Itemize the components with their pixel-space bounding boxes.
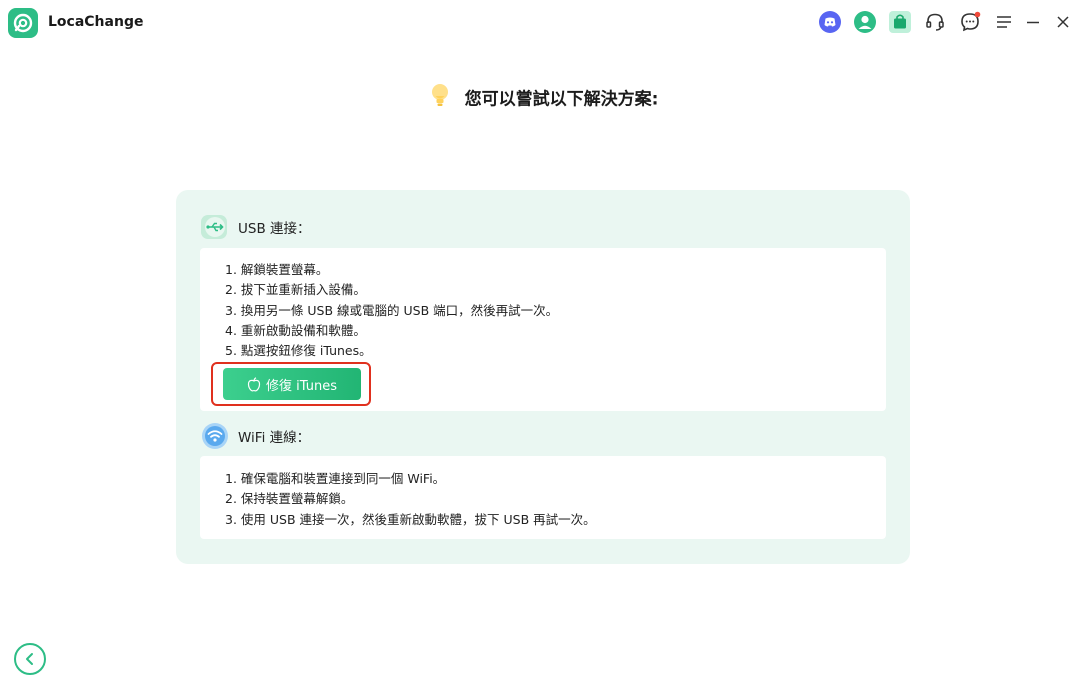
feedback-chat-icon[interactable] [957,9,983,35]
solutions-panel: USB 連接： 1. 解鎖裝置螢幕。 2. 拔下並重新插入設備。 3. 換用另一… [176,190,910,564]
app-name: LocaChange [48,14,144,30]
back-button[interactable] [14,643,46,675]
page-title: 您可以嘗試以下解決方案: [0,84,1087,115]
wifi-steps-list: 1. 確保電腦和裝置連接到同一個 WiFi。 2. 保持裝置螢幕解鎖。 3. 使… [225,469,596,530]
wifi-steps-card: 1. 確保電腦和裝置連接到同一個 WiFi。 2. 保持裝置螢幕解鎖。 3. 使… [200,456,886,539]
usb-icon [200,212,230,242]
wifi-icon [200,421,230,451]
list-item: 4. 重新啟動設備和軟體。 [225,322,366,338]
list-item: 2. 拔下並重新插入設備。 [225,282,366,298]
fix-itunes-button[interactable]: 修復 iTunes [223,368,361,400]
discord-icon[interactable] [817,9,843,35]
list-item: 1. 解鎖裝置螢幕。 [225,262,329,277]
usb-section-title: USB 連接： [238,221,311,237]
lightbulb-icon [429,82,451,113]
usb-section-header: USB 連接： [200,212,311,242]
list-item: 3. 使用 USB 連接一次，然後重新啟動軟體，拔下 USB 再試一次。 [225,511,596,527]
close-icon[interactable] [1050,9,1076,35]
headline-text: 您可以嘗試以下解決方案: [464,89,659,110]
list-item: 3. 換用另一條 USB 線或電腦的 USB 端口，然後再試一次。 [225,302,559,318]
title-bar: LocaChange [0,0,1087,46]
apple-icon [247,376,261,392]
usb-steps-card: 1. 解鎖裝置螢幕。 2. 拔下並重新插入設備。 3. 換用另一條 USB 線或… [200,248,886,411]
usb-steps-list: 1. 解鎖裝置螢幕。 2. 拔下並重新插入設備。 3. 換用另一條 USB 線或… [225,260,558,361]
fix-itunes-label: 修復 iTunes [266,378,337,394]
fix-itunes-highlight: 修復 iTunes [211,362,371,406]
list-item: 2. 保持裝置螢幕解鎖。 [225,491,354,507]
list-item: 1. 確保電腦和裝置連接到同一個 WiFi。 [225,471,446,486]
wifi-section-title: WiFi 連線： [238,430,311,446]
wifi-section-header: WiFi 連線： [200,421,310,451]
minimize-icon[interactable] [1020,9,1046,35]
menu-icon[interactable] [991,9,1017,35]
support-headset-icon[interactable] [922,9,948,35]
app-logo-icon [8,8,38,38]
list-item: 5. 點選按鈕修復 iTunes。 [225,343,372,359]
store-bag-icon[interactable] [887,9,913,35]
user-avatar-icon[interactable] [852,9,878,35]
chevron-left-icon [23,652,37,666]
